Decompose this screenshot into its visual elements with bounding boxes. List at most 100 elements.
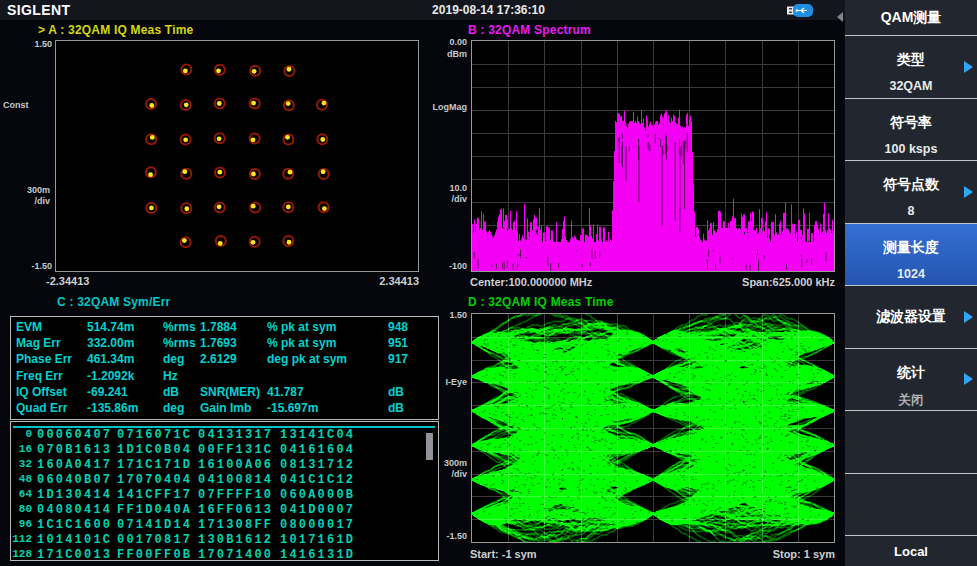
usb-icon bbox=[787, 3, 813, 16]
symerr-cell: EVM bbox=[16, 320, 42, 334]
d-y-div: 300m bbox=[427, 458, 467, 468]
symerr-cell: dB bbox=[163, 385, 179, 399]
hex-group: 00FF131C bbox=[198, 443, 273, 457]
symerr-row: Phase Err461.34mdeg2.6129deg pk at sym91… bbox=[11, 352, 438, 368]
datetime: 2019-08-14 17:36:10 bbox=[0, 3, 977, 17]
b-y-unit: dBm bbox=[427, 49, 467, 59]
hex-group: 04100814 bbox=[198, 473, 273, 487]
softkey-menu: QAM测量 类型32QAM符号率100 ksps符号点数8测量长度1024滤波器… bbox=[845, 0, 977, 566]
symerr-cell: 1.7884 bbox=[200, 320, 237, 334]
symerr-cell: 917 bbox=[388, 352, 408, 366]
hex-group: 171C0013 bbox=[37, 548, 112, 562]
hex-group: 00170817 bbox=[117, 533, 192, 547]
softkey-label: 统计 bbox=[845, 364, 977, 382]
hex-group: 1017161D bbox=[280, 533, 355, 547]
softkey-label: 测量长度 bbox=[845, 239, 977, 257]
softkey-测量长度[interactable]: 测量长度 1024 bbox=[845, 223, 977, 286]
symerr-cell: %rms bbox=[163, 336, 196, 350]
d-x-start: Start: -1 sym bbox=[470, 548, 537, 560]
symerr-cell: % pk at sym bbox=[267, 336, 336, 350]
hex-row: 4806040B071707040404100814041C1C12 bbox=[11, 473, 438, 488]
hex-group: 00060407 bbox=[37, 428, 112, 442]
b-y-bottom: -100 bbox=[427, 261, 467, 271]
a-y-bottom: -1.50 bbox=[14, 261, 52, 271]
submenu-arrow-icon bbox=[964, 186, 973, 198]
sidebar-items: 类型32QAM 符号率 100 ksps 符号点数8 测量长度 1024 滤波器设置统计关闭 bbox=[845, 35, 977, 535]
softkey-value: 100 ksps bbox=[845, 142, 977, 156]
instrument-screen: SIGLENT 2019-08-14 17:36:10 > A : 32QAM … bbox=[0, 0, 977, 566]
hex-index: 128 bbox=[11, 548, 32, 560]
symerr-cell: Freq Err bbox=[16, 369, 63, 383]
symbol-hex-table: 0000604070716071C0413131713141C0416070B1… bbox=[10, 421, 439, 561]
symerr-row: Freq Err -1.2092k Hz bbox=[11, 369, 438, 385]
symerr-cell: dB bbox=[388, 401, 404, 415]
softkey-滤波器设置[interactable]: 滤波器设置 bbox=[845, 285, 977, 348]
b-y-div-unit: /div bbox=[427, 194, 467, 204]
symerr-table: EVM514.74m%rms1.7884% pk at sym948Mag Er… bbox=[10, 316, 439, 420]
panel-a-title: > A : 32QAM IQ Meas Time bbox=[38, 23, 193, 37]
hex-group: 17071400 bbox=[198, 548, 273, 562]
symerr-cell: dB bbox=[388, 385, 404, 399]
softkey-类型[interactable]: 类型32QAM bbox=[845, 35, 977, 98]
symerr-cell: SNR(MER) bbox=[200, 385, 260, 399]
hex-group: 13141C04 bbox=[280, 428, 355, 442]
hex-row: 0000604070716071C0413131713141C04 bbox=[11, 428, 438, 443]
hex-group: 07FFFF10 bbox=[198, 488, 273, 502]
eye-diagram-plot bbox=[471, 313, 835, 543]
d-x-stop: Stop: 1 sym bbox=[695, 548, 835, 560]
hex-index: 16 bbox=[11, 443, 32, 455]
symerr-cell: -15.697m bbox=[267, 401, 318, 415]
softkey-label: 符号率 bbox=[845, 114, 977, 132]
hex-row: 1121014101C00170817130B16121017161D bbox=[11, 533, 438, 548]
hex-index: 32 bbox=[11, 458, 32, 470]
local-button[interactable]: Local bbox=[845, 535, 977, 566]
hex-index: 96 bbox=[11, 518, 32, 530]
hex-group: 130B1612 bbox=[198, 533, 273, 547]
hex-group: 141CFF17 bbox=[117, 488, 192, 502]
hex-group: 04161604 bbox=[280, 443, 355, 457]
symerr-cell: 2.6129 bbox=[200, 352, 237, 366]
symerr-cell: -1.2092k bbox=[87, 369, 134, 383]
d-y-div-unit: /div bbox=[427, 469, 467, 479]
hex-group: 160A0417 bbox=[37, 458, 112, 472]
b-y-top: 0.00 bbox=[427, 37, 467, 47]
hex-group: 16100A06 bbox=[198, 458, 273, 472]
softkey-统计[interactable]: 统计关闭 bbox=[845, 348, 977, 411]
symerr-cell: deg bbox=[163, 352, 184, 366]
hex-index: 0 bbox=[11, 428, 32, 440]
symerr-cell: % pk at sym bbox=[267, 320, 336, 334]
hex-index: 64 bbox=[11, 488, 32, 500]
hex-group: 041D0007 bbox=[280, 503, 355, 517]
symerr-cell: Hz bbox=[163, 369, 178, 383]
hex-group: 171308FF bbox=[198, 518, 273, 532]
softkey-label: 滤波器设置 bbox=[845, 286, 977, 348]
menu-collapse-icon[interactable] bbox=[837, 12, 843, 22]
d-y-bottom: -1.50 bbox=[427, 531, 467, 541]
hex-group: 041C1C12 bbox=[280, 473, 355, 487]
symerr-cell: Phase Err bbox=[16, 352, 72, 366]
hex-row: 8004080414FF1D040A16FF0613041D0007 bbox=[11, 503, 438, 518]
hex-group: 08000017 bbox=[280, 518, 355, 532]
hex-group: 04080414 bbox=[37, 503, 112, 517]
softkey-符号率[interactable]: 符号率 100 ksps bbox=[845, 98, 977, 161]
hex-group: 06040B07 bbox=[37, 473, 112, 487]
symerr-cell: Gain Imb bbox=[200, 401, 251, 415]
hex-group: 1014101C bbox=[37, 533, 112, 547]
symerr-row: IQ Offset-69.241dBSNR(MER)41.787dB bbox=[11, 385, 438, 401]
b-y-mid: LogMag bbox=[423, 102, 467, 112]
softkey-符号点数[interactable]: 符号点数8 bbox=[845, 160, 977, 223]
symerr-cell: 41.787 bbox=[267, 385, 304, 399]
submenu-arrow-icon bbox=[964, 311, 973, 323]
a-y-top: 1.50 bbox=[18, 39, 52, 49]
hex-group: 070B1613 bbox=[37, 443, 112, 457]
a-y-div: 300m bbox=[16, 185, 50, 195]
panel-b-title: B : 32QAM Spectrum bbox=[468, 23, 591, 37]
symerr-row: Quad Err-135.86mdegGain Imb-15.697mdB bbox=[11, 401, 438, 417]
hex-index: 48 bbox=[11, 473, 32, 485]
symerr-cell: %rms bbox=[163, 320, 196, 334]
symerr-cell: 951 bbox=[388, 336, 408, 350]
a-x-left: -2.34413 bbox=[46, 275, 89, 287]
hex-row: 32160A0417171C171D16100A0608131712 bbox=[11, 458, 438, 473]
softkey-value: 1024 bbox=[845, 267, 977, 281]
symerr-row: EVM514.74m%rms1.7884% pk at sym948 bbox=[11, 320, 438, 336]
